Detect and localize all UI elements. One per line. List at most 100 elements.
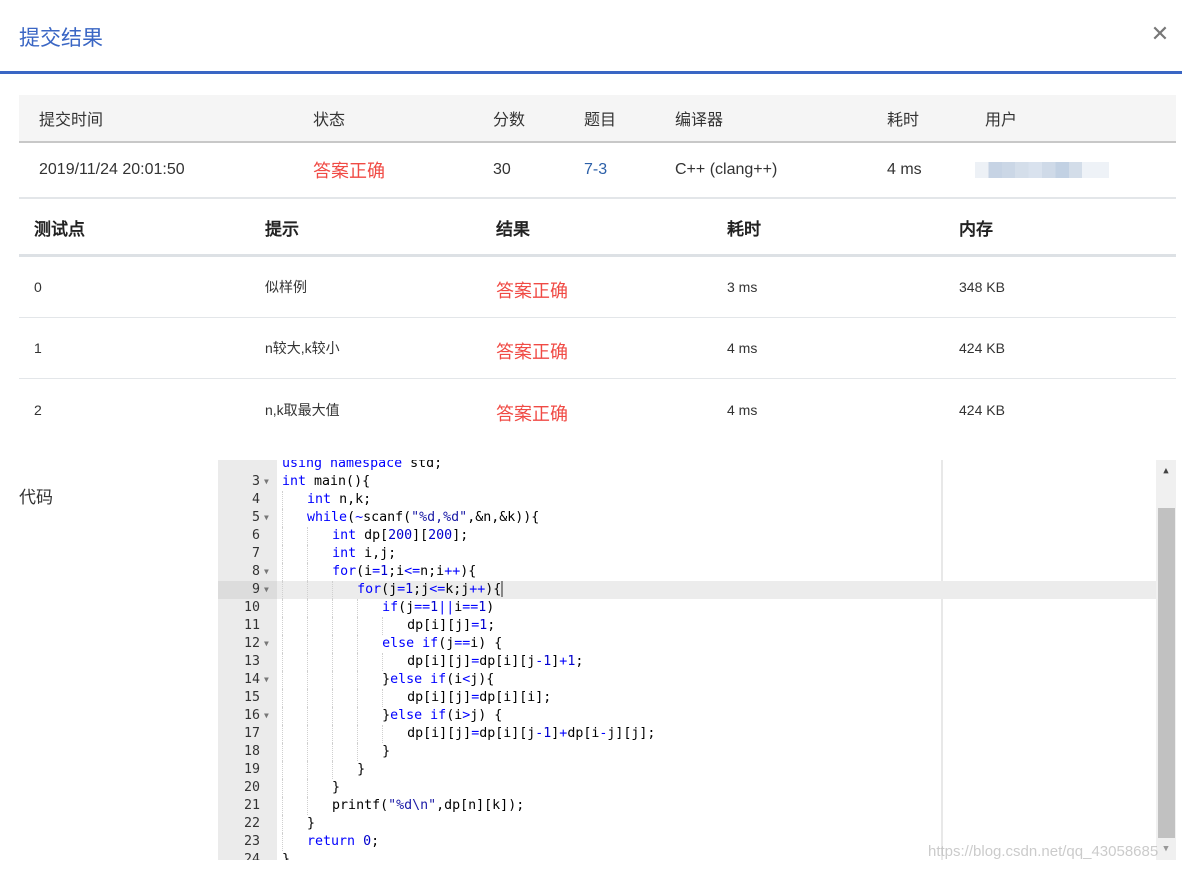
fold-arrow-icon[interactable]: ▼ [264, 581, 269, 599]
line-number: 7 [251, 546, 260, 561]
test-result: 答案正确 [496, 342, 568, 362]
code-line[interactable]: 12 ▼ else if(j==i) { [218, 635, 1156, 653]
code-text: for(j=1;j<=k;j++){ [282, 581, 504, 599]
problem-link[interactable]: 7-3 [584, 143, 607, 197]
scroll-up-arrow-icon[interactable]: ▲ [1156, 464, 1176, 478]
modal-title: 提交结果 [19, 27, 103, 50]
code-text: printf("%d\n",dp[n][k]); [282, 797, 524, 815]
fold-arrow-icon[interactable]: ▼ [264, 635, 269, 653]
code-line[interactable]: 3 ▼ int main(){ [218, 473, 1156, 491]
code-line[interactable]: 22 } [218, 815, 1156, 833]
test-cases-table: 测试点 提示 结果 耗时 内存 0 似样例 答案正确 3 ms 348 KB 1… [19, 200, 1176, 440]
code-label: 代码 [19, 488, 53, 507]
line-number: 21 [243, 798, 260, 813]
test-row: 2 n,k取最大值 答案正确 4 ms 424 KB [19, 379, 1176, 440]
line-number: 24 [243, 852, 260, 860]
header-test-point: 测试点 [34, 219, 85, 239]
test-hint: n较大,k较小 [265, 340, 340, 356]
close-icon[interactable]: ✕ [1148, 22, 1172, 46]
scrollbar-thumb[interactable] [1158, 508, 1175, 838]
code-line[interactable]: 5 ▼ while(~scanf("%d,%d",&n,&k)){ [218, 509, 1156, 527]
code-lines[interactable]: using namespace std; 3 ▼ int main(){4 int n… [218, 460, 1156, 860]
vertical-scrollbar[interactable]: ▲ ▼ [1156, 460, 1176, 860]
code-text: dp[i][j]=1; [282, 617, 495, 635]
code-line[interactable]: 11 dp[i][j]=1; [218, 617, 1156, 635]
header-status: 状态 [313, 112, 346, 129]
code-text: if(j==1||i==1) [282, 599, 494, 617]
code-text: else if(j==i) { [282, 635, 502, 653]
code-line[interactable]: using namespace std; [218, 460, 1156, 473]
test-hint: n,k取最大值 [265, 401, 340, 418]
code-text: } [282, 779, 340, 797]
code-line[interactable]: 17 dp[i][j]=dp[i][j-1]+dp[i-j][j]; [218, 725, 1156, 743]
code-line[interactable]: 14 ▼ }else if(i<j){ [218, 671, 1156, 689]
text-cursor [501, 581, 504, 597]
code-line[interactable]: 19 } [218, 761, 1156, 779]
code-line[interactable]: 8 ▼ for(i=1;i<=n;i++){ [218, 563, 1156, 581]
status-badge: 答案正确 [313, 161, 385, 181]
test-row: 1 n较大,k较小 答案正确 4 ms 424 KB [19, 318, 1176, 379]
line-number [218, 460, 277, 473]
tests-header-row: 测试点 提示 结果 耗时 内存 [19, 200, 1176, 257]
test-time: 4 ms [727, 401, 758, 418]
code-line[interactable]: 15 dp[i][j]=dp[i][i]; [218, 689, 1156, 707]
test-time: 4 ms [727, 340, 758, 356]
score: 30 [493, 161, 511, 178]
line-number: 11 [243, 618, 260, 633]
header-compiler: 编译器 [675, 112, 724, 129]
scroll-down-arrow-icon[interactable]: ▼ [1156, 842, 1176, 856]
code-line[interactable]: 20 } [218, 779, 1156, 797]
test-id: 2 [34, 401, 42, 418]
test-memory: 424 KB [959, 340, 1005, 356]
code-line[interactable]: 6 int dp[200][200]; [218, 527, 1156, 545]
test-id: 0 [34, 279, 42, 295]
submission-summary-table: 提交时间 状态 分数 题目 编译器 耗时 用户 2019/11/24 20:01… [19, 95, 1176, 199]
test-hint: 似样例 [265, 279, 307, 295]
fold-arrow-icon[interactable]: ▼ [264, 473, 269, 491]
test-id: 1 [34, 340, 42, 356]
test-result: 答案正确 [496, 403, 568, 424]
line-number: 13 [243, 654, 260, 669]
code-line[interactable]: 9 ▼ for(j=1;j<=k;j++){ [218, 581, 1156, 599]
code-line[interactable]: 18 } [218, 743, 1156, 761]
header-submit-time: 提交时间 [39, 112, 104, 129]
run-time: 4 ms [887, 161, 922, 178]
code-line[interactable]: 21 printf("%d\n",dp[n][k]); [218, 797, 1156, 815]
line-number: 19 [243, 762, 260, 777]
line-number: 15 [243, 690, 260, 705]
line-number: 20 [243, 780, 260, 795]
code-text: } [282, 743, 390, 761]
line-number: 23 [243, 834, 260, 849]
line-number: 10 [243, 600, 260, 615]
code-text: } [282, 815, 316, 833]
code-line[interactable]: 7 int i,j; [218, 545, 1156, 563]
code-text: using namespace std; [282, 460, 443, 471]
fold-arrow-icon[interactable]: ▼ [264, 563, 269, 581]
code-text: dp[i][j]=dp[i][j-1]+dp[i-j][j]; [282, 725, 655, 743]
test-time: 3 ms [727, 279, 758, 295]
fold-arrow-icon[interactable]: ▼ [264, 509, 269, 527]
code-text: } [282, 761, 365, 779]
header-problem: 题目 [584, 112, 617, 129]
header-time: 耗时 [727, 219, 761, 239]
user-name-blurred[interactable] [975, 143, 1109, 197]
code-text: }else if(i>j) { [282, 707, 502, 725]
header-time: 耗时 [887, 112, 920, 129]
line-number: 22 [243, 816, 260, 831]
watermark: https://blog.csdn.net/qq_43058685 [928, 843, 1159, 860]
code-line[interactable]: 10 if(j==1||i==1) [218, 599, 1156, 617]
code-line[interactable]: 4 int n,k; [218, 491, 1156, 509]
header-result: 结果 [496, 219, 530, 239]
test-memory: 348 KB [959, 279, 1005, 295]
submit-time: 2019/11/24 20:01:50 [39, 161, 185, 178]
code-editor[interactable]: using namespace std; 3 ▼ int main(){4 int n… [218, 460, 1176, 860]
fold-arrow-icon[interactable]: ▼ [264, 671, 269, 689]
header-memory: 内存 [959, 219, 993, 239]
code-line[interactable]: 13 dp[i][j]=dp[i][j-1]+1; [218, 653, 1156, 671]
summary-header-row: 提交时间 状态 分数 题目 编译器 耗时 用户 [19, 95, 1176, 143]
fold-arrow-icon[interactable]: ▼ [264, 707, 269, 725]
line-number: 4 [251, 492, 260, 507]
header-user: 用户 [985, 112, 1018, 129]
code-line[interactable]: 16 ▼ }else if(i>j) { [218, 707, 1156, 725]
code-text: }else if(i<j){ [282, 671, 494, 689]
